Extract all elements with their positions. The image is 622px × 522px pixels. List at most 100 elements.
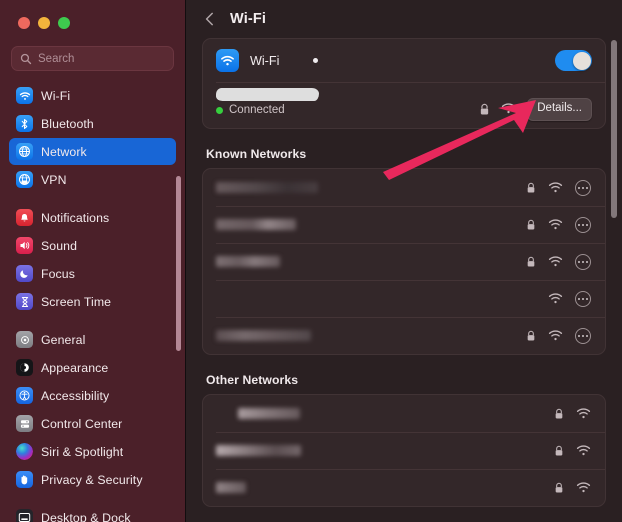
sidebar-item-wifi[interactable]: Wi-Fi (9, 82, 176, 109)
sidebar-item-sound[interactable]: Sound (9, 232, 176, 259)
row-icons (526, 216, 592, 233)
redacted-network-name (216, 330, 311, 341)
sidebar-item-label: Accessibility (41, 388, 110, 403)
zoom-button[interactable] (58, 17, 70, 29)
wifi-signal-icon (548, 181, 563, 192)
accessibility-icon (16, 387, 33, 404)
sidebar-item-label: Siri & Spotlight (41, 444, 124, 459)
status-indicator-dot (216, 106, 223, 114)
wifi-signal-icon (548, 292, 563, 303)
nav-group-desktop: Desktop & Dock Displays (9, 504, 176, 522)
appearance-icon (16, 359, 33, 376)
table-row[interactable] (203, 395, 605, 432)
speaker-icon (16, 237, 33, 254)
lock-icon (527, 182, 535, 192)
redacted-value-dot (313, 58, 319, 63)
row-icons (548, 290, 592, 307)
sidebar-item-label: Bluetooth (41, 116, 94, 131)
lock-icon (555, 408, 563, 418)
other-networks-card (202, 394, 606, 507)
sidebar-item-desktop-dock[interactable]: Desktop & Dock (9, 504, 176, 522)
sidebar-item-general[interactable]: General (9, 326, 176, 353)
sidebar-item-focus[interactable]: Focus (9, 260, 176, 287)
known-networks-title: Known Networks (206, 147, 307, 161)
lock-icon (527, 256, 535, 266)
bell-icon (16, 209, 33, 226)
sidebar-item-appearance[interactable]: Appearance (9, 354, 176, 381)
lock-icon (527, 330, 535, 340)
table-row[interactable] (203, 317, 605, 354)
table-row[interactable] (203, 243, 605, 280)
sidebar-item-label: Sound (41, 238, 78, 253)
row-icons (526, 253, 592, 270)
sidebar-item-label: Control Center (41, 416, 123, 431)
search-box[interactable] (11, 46, 185, 71)
wifi-signal-icon (576, 481, 591, 492)
sidebar-item-privacy-security[interactable]: Privacy & Security (9, 466, 176, 493)
sidebar-item-siri-spotlight[interactable]: Siri & Spotlight (9, 438, 176, 465)
wifi-toggle-row: Wi-Fi (203, 39, 605, 82)
more-options-button[interactable] (575, 216, 591, 233)
bluetooth-icon (16, 115, 33, 132)
nav-group-system: General Appearance Accessibility Control… (9, 326, 176, 493)
sidebar-item-bluetooth[interactable]: Bluetooth (9, 110, 176, 137)
main-panel: Wi-Fi Wi-Fi Connected Details... Known N… (186, 0, 622, 522)
close-button[interactable] (18, 17, 30, 29)
redacted-network-name (216, 256, 280, 267)
search-input[interactable] (38, 52, 185, 65)
wifi-icon (216, 49, 239, 72)
moon-icon (16, 265, 33, 282)
sidebar-item-network[interactable]: Network (9, 138, 176, 165)
vpn-globe-icon (16, 171, 33, 188)
sidebar-item-vpn[interactable]: VPN (9, 166, 176, 193)
table-row[interactable] (203, 280, 605, 317)
system-settings-window: Wi-Fi Bluetooth Network (0, 0, 622, 522)
connected-network-info: Connected (216, 87, 479, 116)
desktop-dock-icon (16, 509, 33, 522)
wifi-signal-icon (576, 407, 591, 418)
sidebar-nav: Wi-Fi Bluetooth Network VPN Notification… (0, 82, 185, 522)
siri-icon (16, 443, 33, 460)
sidebar-item-label: Notifications (41, 210, 110, 225)
main-scrollbar[interactable] (611, 40, 617, 218)
back-chevron-icon[interactable] (202, 11, 218, 27)
more-options-button[interactable] (575, 327, 591, 344)
lock-icon (527, 219, 535, 229)
search-icon (20, 53, 32, 64)
sidebar-item-label: Network (41, 144, 87, 159)
sidebar-scrollbar[interactable] (176, 176, 181, 351)
search-container (0, 36, 185, 71)
table-row[interactable] (203, 432, 605, 469)
sidebar-item-accessibility[interactable]: Accessibility (9, 382, 176, 409)
redacted-network-name (238, 408, 300, 419)
sidebar-item-label: Wi-Fi (41, 88, 71, 103)
nav-group-network: Wi-Fi Bluetooth Network VPN (9, 82, 176, 193)
row-icons (554, 444, 592, 457)
sidebar-item-notifications[interactable]: Notifications (9, 204, 176, 231)
sidebar-item-label: General (41, 332, 86, 347)
sidebar-item-label: Privacy & Security (41, 472, 143, 487)
more-options-button[interactable] (575, 290, 591, 307)
sidebar-item-control-center[interactable]: Control Center (9, 410, 176, 437)
redacted-ssid (216, 88, 319, 101)
table-row[interactable] (203, 169, 605, 206)
details-button[interactable]: Details... (527, 98, 592, 121)
table-row[interactable] (203, 469, 605, 506)
more-options-button[interactable] (575, 179, 591, 196)
wifi-row-label: Wi-Fi (250, 53, 280, 68)
more-options-button[interactable] (575, 253, 591, 270)
row-icons (526, 327, 592, 344)
table-row[interactable] (203, 206, 605, 243)
other-networks-title: Other Networks (206, 373, 299, 387)
row-icons (526, 179, 592, 196)
lock-icon (555, 482, 563, 492)
wifi-toggle-switch[interactable] (555, 50, 592, 71)
wifi-card: Wi-Fi Connected Details... (202, 38, 606, 129)
sidebar-item-screen-time[interactable]: Screen Time (9, 288, 176, 315)
hourglass-icon (16, 293, 33, 310)
redacted-network-name (216, 219, 296, 230)
connected-network-row: Connected Details... (203, 82, 605, 128)
minimize-button[interactable] (38, 17, 50, 29)
wifi-signal-icon (548, 218, 563, 229)
main-header: Wi-Fi (186, 0, 622, 38)
